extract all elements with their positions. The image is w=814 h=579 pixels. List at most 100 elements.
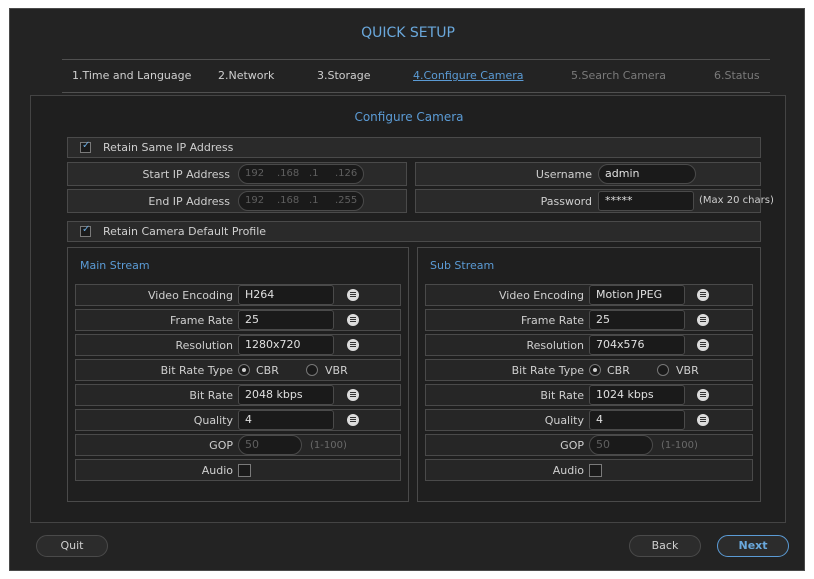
- sub-gop-input[interactable]: 50: [589, 435, 653, 455]
- main-frame-rate-input[interactable]: 25: [238, 310, 334, 330]
- main-audio-label: Audio: [201, 464, 233, 477]
- retain-ip-checkbox[interactable]: ✓: [80, 140, 91, 153]
- sub-video-encoding-label: Video Encoding: [498, 289, 584, 302]
- password-hint: (Max 20 chars): [699, 195, 774, 206]
- sub-frame-rate-list-icon[interactable]: [697, 314, 709, 326]
- quit-button[interactable]: Quit: [36, 535, 108, 557]
- retain-ip-label: Retain Same IP Address: [103, 141, 234, 154]
- sub-vbr-radio[interactable]: [657, 364, 669, 376]
- step-configure-camera[interactable]: 4.Configure Camera: [413, 69, 523, 82]
- main-bit-rate-type-label: Bit Rate Type: [160, 364, 233, 377]
- ip-octet: .1: [309, 195, 319, 206]
- username-label: Username: [535, 168, 592, 181]
- ip-octet: 192: [245, 195, 265, 206]
- ip-octet: 192: [245, 168, 265, 179]
- sub-bit-rate-input[interactable]: 1024 kbps: [589, 385, 685, 405]
- sub-bit-rate-type-label: Bit Rate Type: [511, 364, 584, 377]
- sub-stream-group: Sub Stream Video Encoding Motion JPEG Fr…: [417, 247, 761, 502]
- main-video-encoding-label: Video Encoding: [147, 289, 233, 302]
- sub-quality-list-icon[interactable]: [697, 414, 709, 426]
- sub-bit-rate-list-icon[interactable]: [697, 389, 709, 401]
- step-search-camera[interactable]: 5.Search Camera: [571, 69, 666, 82]
- sub-video-encoding-input[interactable]: Motion JPEG: [589, 285, 685, 305]
- main-frame-rate-row: Frame Rate 25: [75, 309, 401, 331]
- sub-quality-input[interactable]: 4: [589, 410, 685, 430]
- password-input[interactable]: *****: [598, 191, 694, 211]
- quick-setup-window: QUICK SETUP 1.Time and Language 2.Networ…: [9, 8, 805, 571]
- main-bit-rate-row: Bit Rate 2048 kbps: [75, 384, 401, 406]
- ip-octet: .168: [277, 168, 300, 179]
- main-video-encoding-row: Video Encoding H264: [75, 284, 401, 306]
- main-resolution-label: Resolution: [175, 339, 233, 352]
- ip-octet: .126: [335, 168, 358, 179]
- end-ip-input[interactable]: 192 .168 .1 .255: [238, 191, 364, 211]
- main-resolution-input[interactable]: 1280x720: [238, 335, 334, 355]
- main-resolution-list-icon[interactable]: [347, 339, 359, 351]
- window-title: QUICK SETUP: [361, 25, 455, 41]
- main-cbr-radio[interactable]: [238, 364, 250, 376]
- main-gop-label: GOP: [209, 439, 233, 452]
- main-resolution-row: Resolution 1280x720: [75, 334, 401, 356]
- main-cbr-label: CBR: [256, 364, 279, 377]
- sub-bit-rate-row: Bit Rate 1024 kbps: [425, 384, 753, 406]
- sub-resolution-label: Resolution: [526, 339, 584, 352]
- username-input[interactable]: admin: [598, 164, 696, 184]
- sub-frame-rate-row: Frame Rate 25: [425, 309, 753, 331]
- configure-camera-title: Configure Camera: [354, 110, 464, 124]
- main-frame-rate-label: Frame Rate: [170, 314, 233, 327]
- sub-audio-label: Audio: [552, 464, 584, 477]
- sub-frame-rate-input[interactable]: 25: [589, 310, 685, 330]
- main-gop-row: GOP 50 (1-100): [75, 434, 401, 456]
- main-stream-group: Main Stream Video Encoding H264 Frame Ra…: [67, 247, 409, 502]
- configure-camera-panel: Configure Camera ✓ Retain Same IP Addres…: [30, 95, 786, 523]
- step-network[interactable]: 2.Network: [218, 69, 274, 82]
- main-video-encoding-list-icon[interactable]: [347, 289, 359, 301]
- main-vbr-label: VBR: [325, 364, 348, 377]
- sub-gop-hint: (1-100): [661, 440, 698, 451]
- back-button[interactable]: Back: [629, 535, 701, 557]
- retain-profile-label: Retain Camera Default Profile: [103, 225, 267, 238]
- ip-octet: .255: [335, 195, 358, 206]
- end-ip-label: End IP Address: [148, 195, 230, 208]
- sub-video-encoding-row: Video Encoding Motion JPEG: [425, 284, 753, 306]
- next-button[interactable]: Next: [717, 535, 789, 557]
- main-stream-title: Main Stream: [80, 259, 150, 272]
- username-row: Username admin: [415, 162, 761, 186]
- end-ip-row: End IP Address 192 .168 .1 .255: [67, 189, 407, 213]
- retain-profile-checkbox[interactable]: ✓: [80, 224, 91, 237]
- sub-resolution-input[interactable]: 704x576: [589, 335, 685, 355]
- step-storage[interactable]: 3.Storage: [317, 69, 371, 82]
- main-quality-list-icon[interactable]: [347, 414, 359, 426]
- main-frame-rate-list-icon[interactable]: [347, 314, 359, 326]
- ip-octet: .1: [309, 168, 319, 179]
- sub-video-encoding-list-icon[interactable]: [697, 289, 709, 301]
- sub-resolution-row: Resolution 704x576: [425, 334, 753, 356]
- main-bit-rate-input[interactable]: 2048 kbps: [238, 385, 334, 405]
- main-quality-row: Quality 4: [75, 409, 401, 431]
- sub-gop-row: GOP 50 (1-100): [425, 434, 753, 456]
- sub-stream-title: Sub Stream: [430, 259, 495, 272]
- sub-vbr-label: VBR: [676, 364, 699, 377]
- main-audio-checkbox[interactable]: [238, 464, 251, 477]
- sub-quality-label: Quality: [544, 414, 584, 427]
- main-gop-input[interactable]: 50: [238, 435, 302, 455]
- start-ip-input[interactable]: 192 .168 .1 .126: [238, 164, 364, 184]
- sub-gop-label: GOP: [560, 439, 584, 452]
- sub-cbr-radio[interactable]: [589, 364, 601, 376]
- main-bit-rate-list-icon[interactable]: [347, 389, 359, 401]
- main-quality-input[interactable]: 4: [238, 410, 334, 430]
- sub-resolution-list-icon[interactable]: [697, 339, 709, 351]
- retain-ip-row: ✓ Retain Same IP Address: [67, 137, 761, 158]
- sub-audio-checkbox[interactable]: [589, 464, 602, 477]
- main-vbr-radio[interactable]: [306, 364, 318, 376]
- main-audio-row: Audio: [75, 459, 401, 481]
- start-ip-label: Start IP Address: [142, 168, 230, 181]
- step-status[interactable]: 6.Status: [714, 69, 760, 82]
- wizard-steps: 1.Time and Language 2.Network 3.Storage …: [62, 59, 770, 93]
- start-ip-row: Start IP Address 192 .168 .1 .126: [67, 162, 407, 186]
- main-bit-rate-type-row: Bit Rate Type CBR VBR: [75, 359, 401, 381]
- main-video-encoding-input[interactable]: H264: [238, 285, 334, 305]
- main-quality-label: Quality: [193, 414, 233, 427]
- main-bit-rate-label: Bit Rate: [189, 389, 233, 402]
- step-time-language[interactable]: 1.Time and Language: [72, 69, 191, 82]
